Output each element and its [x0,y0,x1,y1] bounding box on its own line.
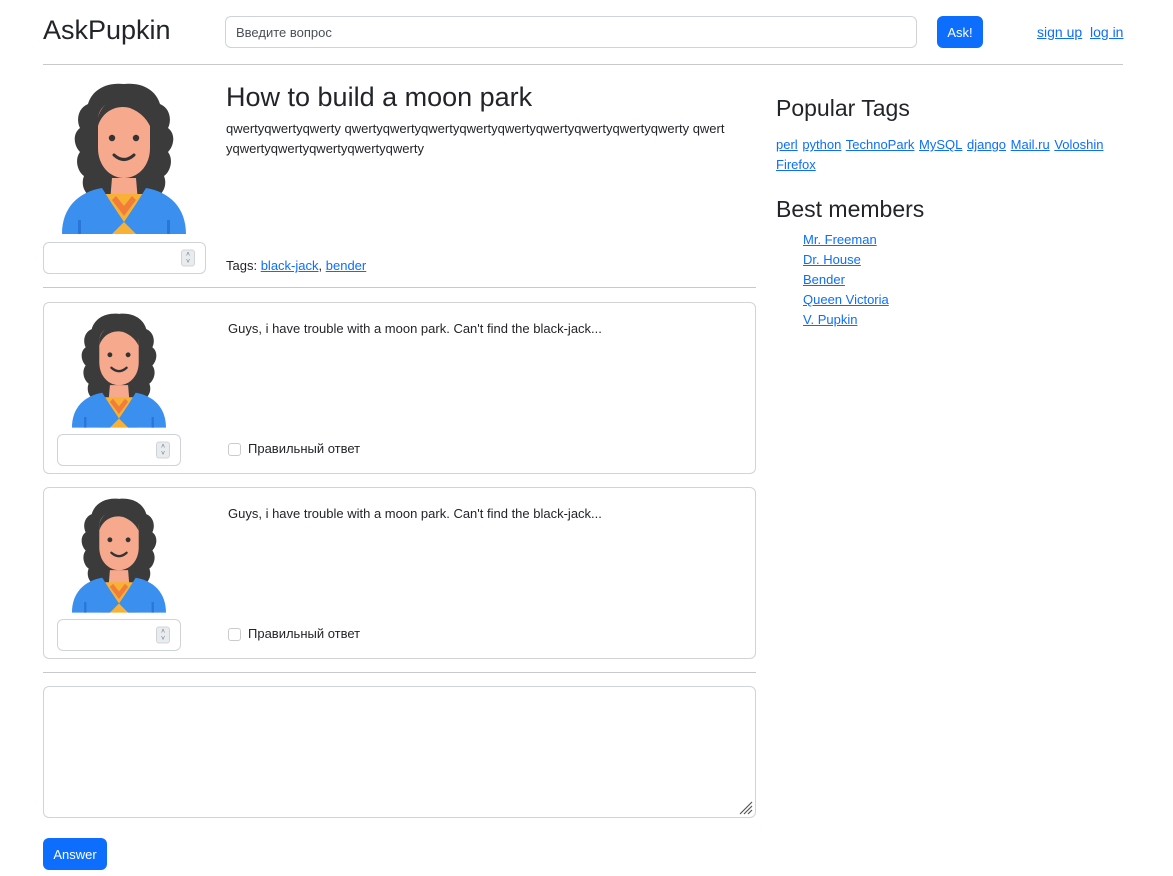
question-rating-stepper[interactable]: ˄ ˅ [43,242,206,274]
popular-tag-link[interactable]: Firefox [776,157,816,172]
answer-rating-stepper[interactable]: ˄ ˅ [57,434,181,466]
stepper-arrows-icon[interactable]: ˄ ˅ [156,626,170,644]
log-in-link[interactable]: log in [1090,24,1123,40]
list-item: Mr. Freeman [803,230,889,250]
list-item: V. Pupkin [803,310,889,330]
question-divider [43,287,756,288]
sign-up-link[interactable]: sign up [1037,24,1082,40]
member-link[interactable]: V. Pupkin [803,312,857,327]
question-text: qwertyqwertyqwerty qwertyqwertyqwertyqwe… [226,121,725,156]
popular-tag-link[interactable]: TechnoPark [846,137,915,152]
question-title: How to build a moon park [226,82,533,112]
answer-textarea[interactable] [43,686,756,818]
site-logo[interactable]: AskPupkin [43,12,171,48]
list-item: Dr. House [803,250,889,270]
question-tag-link[interactable]: bender [326,258,366,273]
popular-tag-link[interactable]: python [802,137,841,152]
search-input[interactable] [225,16,917,48]
popular-tags-heading: Popular Tags [776,95,910,121]
answer-card: ˄ ˅ Guys, i have trouble with a moon park… [43,487,756,659]
popular-tag-link[interactable]: perl [776,137,798,152]
popular-tag-link[interactable]: Voloshin [1054,137,1103,152]
question-tags: Tags: black-jack, bender [226,257,366,275]
correct-answer-label: Правильный ответ [248,626,361,641]
member-link[interactable]: Dr. House [803,252,861,267]
answer-text: Guys, i have trouble with a moon park. C… [228,321,602,336]
popular-tag-link[interactable]: MySQL [919,137,962,152]
tags-label: Tags: [226,258,258,273]
answer-author-avatar [72,497,166,613]
best-members-heading: Best members [776,196,925,222]
resize-grip-icon[interactable] [737,799,753,815]
header-divider [43,64,1123,65]
question-tag-link[interactable]: black-jack [261,258,319,273]
best-members-list: Mr. Freeman Dr. House Bender Queen Victo… [803,230,889,330]
list-item: Bender [803,270,889,290]
correct-answer-label: Правильный ответ [248,441,361,456]
member-link[interactable]: Bender [803,272,845,287]
answer-card: ˄ ˅ Guys, i have trouble with a moon park… [43,302,756,474]
list-item: Queen Victoria [803,290,889,310]
correct-answer-toggle[interactable]: Правильный ответ [228,625,360,643]
question-author-avatar [62,82,186,234]
stepper-arrows-icon[interactable]: ˄ ˅ [181,249,195,267]
correct-answer-checkbox[interactable] [228,627,241,641]
correct-answer-checkbox[interactable] [228,442,241,456]
answers-divider [43,672,756,673]
member-link[interactable]: Mr. Freeman [803,232,877,247]
answer-text: Guys, i have trouble with a moon park. C… [228,506,602,521]
answer-author-avatar [72,312,166,428]
tag-separator: , [318,258,323,273]
stepper-arrows-icon[interactable]: ˄ ˅ [156,441,170,459]
member-link[interactable]: Queen Victoria [803,292,889,307]
popular-tags-list: perl python TechnoPark MySQL django Mail… [776,135,1121,175]
answer-submit-button[interactable]: Answer [43,838,107,870]
correct-answer-toggle[interactable]: Правильный ответ [228,440,360,458]
answer-rating-stepper[interactable]: ˄ ˅ [57,619,181,651]
popular-tag-link[interactable]: django [967,137,1006,152]
popular-tag-link[interactable]: Mail.ru [1011,137,1050,152]
ask-button[interactable]: Ask! [937,16,983,48]
